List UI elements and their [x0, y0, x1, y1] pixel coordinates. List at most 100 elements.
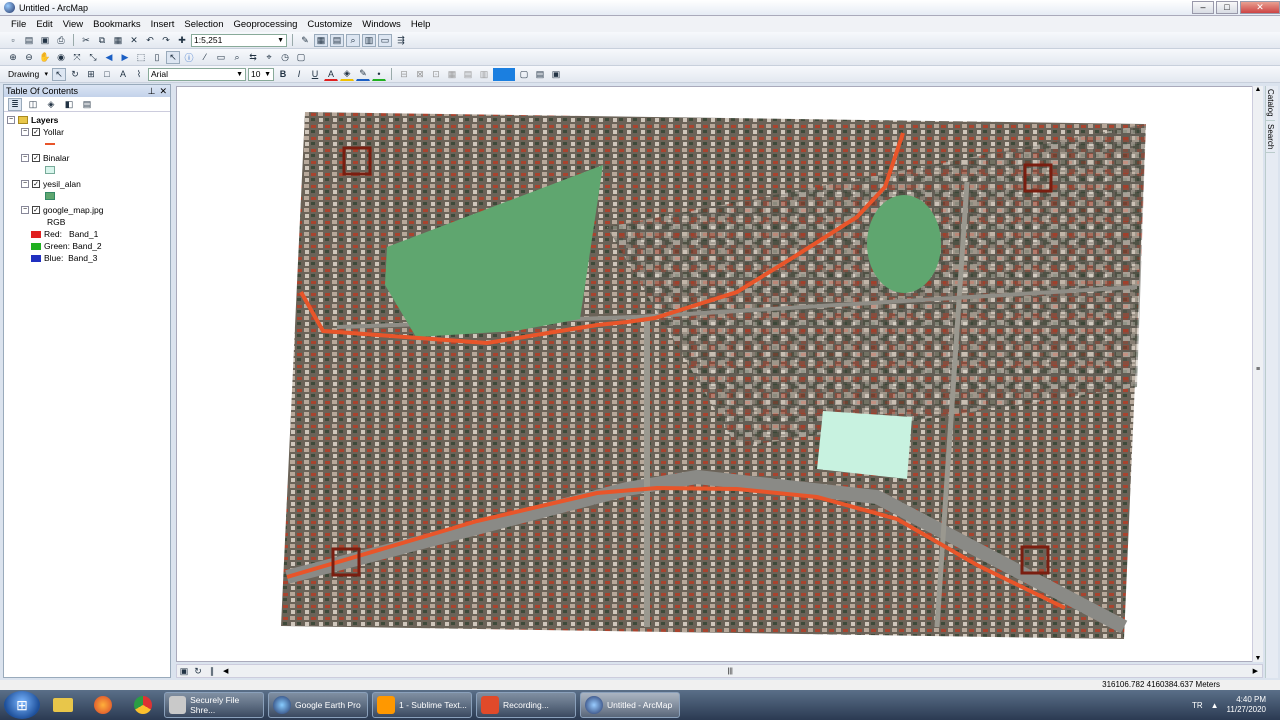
copy-icon[interactable]: ⧉	[95, 34, 109, 47]
menu-view[interactable]: View	[58, 19, 88, 30]
taskbar-item[interactable]: 1 - Sublime Text...	[372, 692, 472, 718]
catalog-tab[interactable]: Catalog	[1266, 86, 1275, 121]
marker-color-icon[interactable]: •	[372, 68, 386, 81]
layout-view-icon[interactable]: ▤	[533, 68, 547, 81]
table-icon[interactable]: ▦	[314, 33, 328, 47]
identify-icon[interactable]: ⓘ	[182, 51, 196, 64]
options-icon[interactable]: ▤	[80, 98, 94, 111]
start-button[interactable]: ⊞	[4, 691, 40, 719]
font-combo[interactable]: Arial ▼	[148, 67, 246, 81]
menu-windows[interactable]: Windows	[357, 19, 406, 30]
delete-icon[interactable]: ✕	[127, 34, 141, 47]
goto-xy-icon[interactable]: ⌖	[262, 51, 276, 64]
create-viewer-icon[interactable]: ▢	[294, 51, 308, 64]
collapse-icon[interactable]: −	[21, 154, 29, 162]
vertical-scrollbar[interactable]: ▲ ≡ ▼	[1252, 86, 1263, 662]
pan-icon[interactable]: ✋	[38, 51, 52, 64]
editor-icon[interactable]: ✎	[298, 34, 312, 47]
close-button[interactable]: ✕	[1240, 0, 1280, 14]
drawing-menu[interactable]: Drawing ▾	[6, 68, 50, 81]
html-popup-icon[interactable]: ⁄	[198, 51, 212, 64]
list-by-source-icon[interactable]: ◫	[26, 98, 40, 111]
line-color-icon[interactable]: ✎	[356, 68, 370, 81]
catalog-icon[interactable]: ▤	[330, 33, 344, 47]
add-data-icon[interactable]: ✚	[175, 34, 189, 47]
edit-vertices-icon[interactable]: ⌇	[132, 68, 146, 81]
collapse-icon[interactable]: −	[21, 206, 29, 214]
layer-visibility-checkbox[interactable]: ✓	[32, 180, 40, 188]
zoom-whole-page-icon[interactable]: ⊞	[84, 68, 98, 81]
measure-icon[interactable]: ▭	[214, 51, 228, 64]
nudge-icon[interactable]: ▥	[477, 68, 491, 81]
model-builder-icon[interactable]: ⇶	[394, 34, 408, 47]
clock[interactable]: 4:40 PM 11/27/2020	[1227, 695, 1266, 715]
collapse-icon[interactable]: −	[21, 128, 29, 136]
page-setup-icon[interactable]: ▢	[517, 68, 531, 81]
print-icon[interactable]: ⎙	[54, 34, 68, 47]
select-features-icon[interactable]: ⬚	[134, 51, 148, 64]
taskbar-item[interactable]: Untitled - ArcMap	[580, 692, 680, 718]
network-icon[interactable]: ▲	[1211, 701, 1219, 710]
fixed-zoom-in-icon[interactable]: ⤧	[70, 51, 84, 64]
open-icon[interactable]: ▤	[22, 34, 36, 47]
fill-color-icon[interactable]: ◈	[340, 68, 354, 81]
scroll-up-icon[interactable]: ▲	[1253, 86, 1263, 93]
text-icon[interactable]: A	[116, 68, 130, 81]
layer-visibility-checkbox[interactable]: ✓	[32, 154, 40, 162]
data-view-icon[interactable]: ▣	[549, 68, 563, 81]
map-canvas[interactable]	[177, 87, 1264, 663]
zoom-out-icon[interactable]: ⊖	[22, 51, 36, 64]
redo-icon[interactable]: ↷	[159, 34, 173, 47]
rotate-icon[interactable]: ↻	[68, 68, 82, 81]
layer-row-google-map[interactable]: − ✓ google_map.jpg	[7, 204, 170, 216]
collapse-icon[interactable]: −	[7, 116, 15, 124]
taskbar-item[interactable]: Securely File Shre...	[164, 692, 264, 718]
align-icon[interactable]: ⊟	[397, 68, 411, 81]
zoom-in-icon[interactable]: ⊕	[6, 51, 20, 64]
layer-visibility-checkbox[interactable]: ✓	[32, 128, 40, 136]
paste-icon[interactable]: ▦	[111, 34, 125, 47]
close-icon[interactable]: ✕	[159, 86, 167, 97]
horizontal-scrollbar[interactable]: ▣ ↻ ∥ ◀ ||| ▶	[176, 664, 1263, 678]
pointer-icon[interactable]: ↖	[52, 67, 66, 81]
list-by-selection-icon[interactable]: ◧	[62, 98, 76, 111]
explorer-icon[interactable]	[46, 692, 80, 718]
maximize-button[interactable]: □	[1216, 0, 1238, 14]
python-icon[interactable]: ▭	[378, 33, 392, 47]
collapse-icon[interactable]: −	[21, 180, 29, 188]
clear-selection-icon[interactable]: ▯	[150, 51, 164, 64]
order-icon[interactable]: ⊡	[429, 68, 443, 81]
scroll-thumb[interactable]: |||	[727, 668, 732, 675]
band-row-blue[interactable]: Blue: Band_3	[7, 252, 170, 264]
band-row-red[interactable]: Red: Band_1	[7, 228, 170, 240]
refresh-icon[interactable]: ↻	[191, 665, 205, 678]
band-row-green[interactable]: Green: Band_2	[7, 240, 170, 252]
scroll-right-icon[interactable]: ▶	[1249, 667, 1262, 675]
scale-combo[interactable]: 1:5,251 ▼	[191, 33, 287, 47]
rectangle-icon[interactable]: □	[100, 68, 114, 81]
select-elements-icon[interactable]: ↖	[166, 50, 180, 64]
highlight-color-icon[interactable]	[493, 67, 515, 81]
layer-symbol-yesil-alan[interactable]	[7, 190, 170, 202]
find-route-icon[interactable]: ⇆	[246, 51, 260, 64]
layers-root[interactable]: − Layers	[7, 114, 170, 126]
menu-customize[interactable]: Customize	[302, 19, 357, 30]
layout-view-icon[interactable]: ▣	[177, 665, 191, 678]
scroll-down-icon[interactable]: ▼	[1253, 655, 1263, 662]
scroll-left-icon[interactable]: ◀	[219, 667, 232, 675]
cut-icon[interactable]: ✂	[79, 34, 93, 47]
layer-row-binalar[interactable]: − ✓ Binalar	[7, 152, 170, 164]
minimize-button[interactable]: –	[1192, 0, 1214, 14]
taskbar-item[interactable]: Google Earth Pro	[268, 692, 368, 718]
bold-button[interactable]: B	[276, 68, 290, 81]
new-icon[interactable]: ▫	[6, 34, 20, 47]
list-by-visibility-icon[interactable]: ◈	[44, 98, 58, 111]
map-view[interactable]	[176, 86, 1263, 662]
undo-icon[interactable]: ↶	[143, 34, 157, 47]
firefox-icon[interactable]	[86, 692, 120, 718]
back-icon[interactable]: ◀	[102, 51, 116, 64]
forward-icon[interactable]: ▶	[118, 51, 132, 64]
menu-help[interactable]: Help	[406, 19, 436, 30]
fixed-zoom-out-icon[interactable]: ⤡	[86, 51, 100, 64]
menu-file[interactable]: File	[6, 19, 31, 30]
